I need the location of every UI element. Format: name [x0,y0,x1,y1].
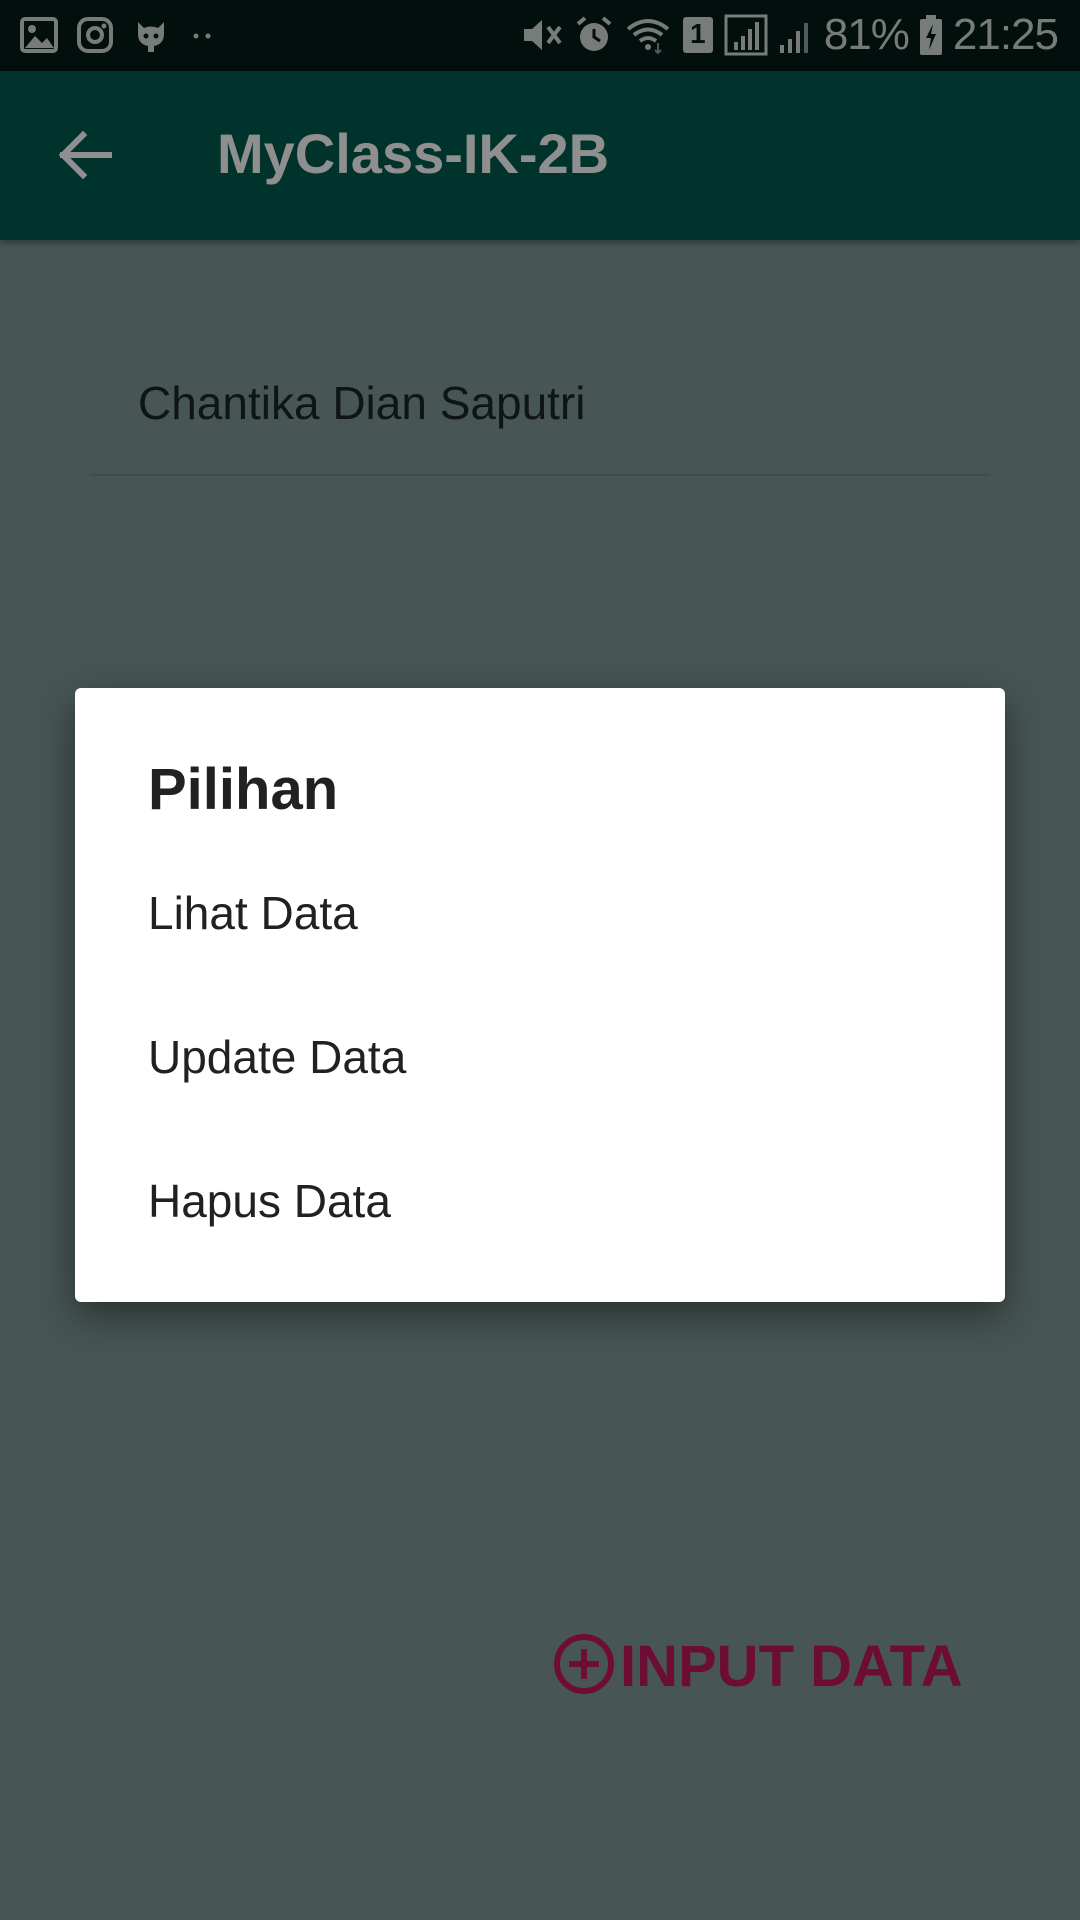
dialog-title: Pilihan [148,757,339,822]
option-hapus-data[interactable]: Hapus Data [75,1130,1005,1274]
options-dialog: Pilihan Lihat Data Update Data Hapus Dat… [75,688,1005,1302]
option-label: Lihat Data [148,887,358,939]
option-lihat-data[interactable]: Lihat Data [75,842,1005,986]
option-label: Update Data [148,1031,407,1083]
option-label: Hapus Data [148,1175,391,1227]
screen: 1 81% 21:25 MyClass-IK-2B Chantika Dian … [0,0,1080,1920]
option-update-data[interactable]: Update Data [75,986,1005,1130]
